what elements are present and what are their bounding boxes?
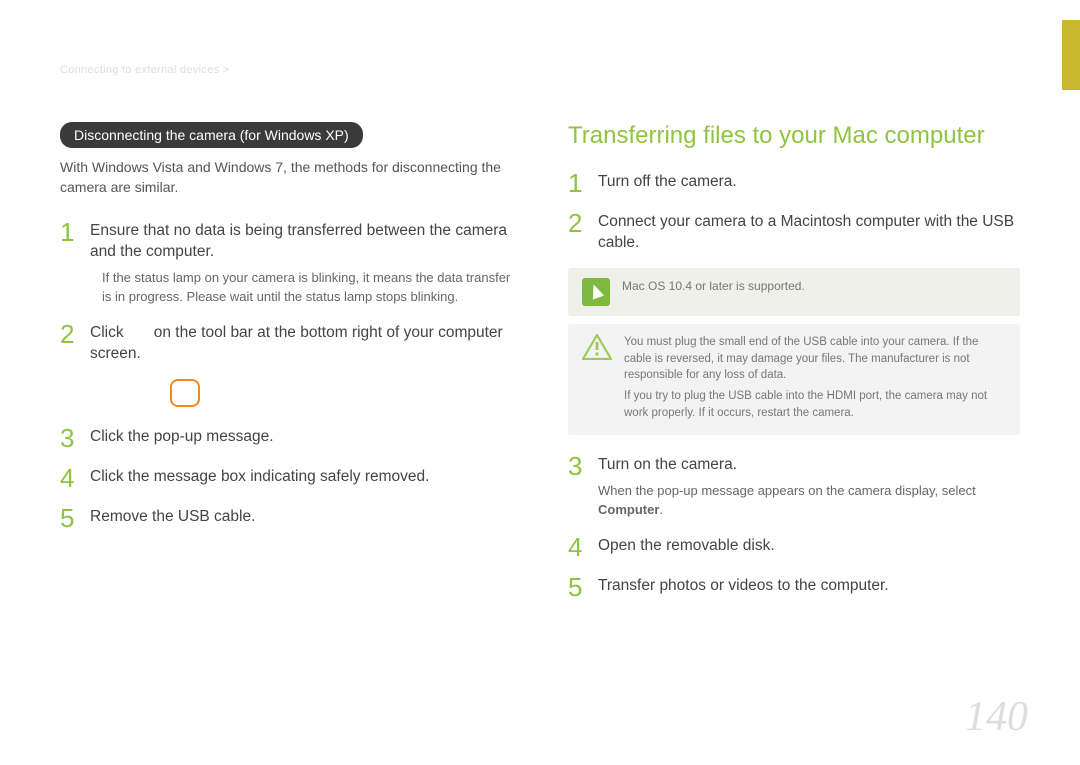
step-number: 3	[60, 425, 90, 451]
step-body: Click the message box indicating safely …	[90, 465, 512, 491]
pen-icon	[582, 278, 610, 306]
section-title: Transferring files to your Mac computer	[568, 122, 1020, 150]
left-column: Disconnecting the camera (for Windows XP…	[60, 122, 512, 614]
step-body: Ensure that no data is being transferred…	[90, 219, 512, 307]
step-body: Turn on the camera. When the pop-up mess…	[598, 453, 1020, 520]
step-number: 1	[568, 170, 598, 196]
sub-c: .	[659, 502, 663, 517]
step-text: Ensure that no data is being transferred…	[90, 222, 507, 260]
step-body: Open the removable disk.	[598, 534, 1020, 560]
step-body: Click on the tool bar at the bottom righ…	[90, 321, 512, 365]
step-4: 4 Open the removable disk.	[568, 534, 1020, 560]
step-body: Click the pop-up message.	[90, 425, 512, 451]
step-4: 4 Click the message box indicating safel…	[60, 465, 512, 491]
step-subtext: When the pop-up message appears on the c…	[598, 482, 1020, 520]
step-1: 1 Turn off the camera.	[568, 170, 1020, 196]
step-5: 5 Remove the USB cable.	[60, 505, 512, 531]
step-5: 5 Transfer photos or videos to the compu…	[568, 574, 1020, 600]
right-column: Transferring files to your Mac computer …	[568, 122, 1020, 614]
step-number: 2	[568, 210, 598, 254]
step-number: 4	[60, 465, 90, 491]
section-tab	[1062, 20, 1080, 90]
step-body: Turn off the camera.	[598, 170, 1020, 196]
step-number: 1	[60, 219, 90, 307]
step-number: 2	[60, 321, 90, 365]
step-body: Remove the USB cable.	[90, 505, 512, 531]
step-2: 2 Click on the tool bar at the bottom ri…	[60, 321, 512, 365]
warning-icon	[582, 334, 612, 360]
warning-p1: You must plug the small end of the USB c…	[624, 334, 1006, 384]
step-subtext: If the status lamp on your camera is bli…	[102, 269, 512, 307]
note-box: Mac OS 10.4 or later is supported.	[568, 268, 1020, 316]
step-text-a: Click	[90, 324, 128, 341]
subsection-pill: Disconnecting the camera (for Windows XP…	[60, 122, 363, 148]
step-body: Connect your camera to a Macintosh compu…	[598, 210, 1020, 254]
warning-box: You must plug the small end of the USB c…	[568, 324, 1020, 435]
step-body: Transfer photos or videos to the compute…	[598, 574, 1020, 600]
page-number: 140	[965, 693, 1028, 741]
step-number: 4	[568, 534, 598, 560]
page-content: Disconnecting the camera (for Windows XP…	[60, 122, 1020, 614]
step-number: 3	[568, 453, 598, 520]
step-number: 5	[60, 505, 90, 531]
warning-p2: If you try to plug the USB cable into th…	[624, 388, 1006, 421]
step-3: 3 Turn on the camera. When the pop-up me…	[568, 453, 1020, 520]
note-text: Mac OS 10.4 or later is supported.	[622, 278, 805, 295]
step-text-b: on the tool bar at the bottom right of y…	[90, 324, 503, 362]
breadcrumb: Connecting to external devices >	[60, 64, 230, 76]
step-text: Turn on the camera.	[598, 456, 737, 473]
step-3: 3 Click the pop-up message.	[60, 425, 512, 451]
sub-b: Computer	[598, 502, 659, 517]
step-2: 2 Connect your camera to a Macintosh com…	[568, 210, 1020, 254]
sub-a: When the pop-up message appears on the c…	[598, 483, 976, 498]
warning-text: You must plug the small end of the USB c…	[624, 334, 1006, 425]
step-number: 5	[568, 574, 598, 600]
step-1: 1 Ensure that no data is being transferr…	[60, 219, 512, 307]
intro-text: With Windows Vista and Windows 7, the me…	[60, 158, 512, 197]
toolbar-icon-placeholder	[170, 379, 200, 407]
